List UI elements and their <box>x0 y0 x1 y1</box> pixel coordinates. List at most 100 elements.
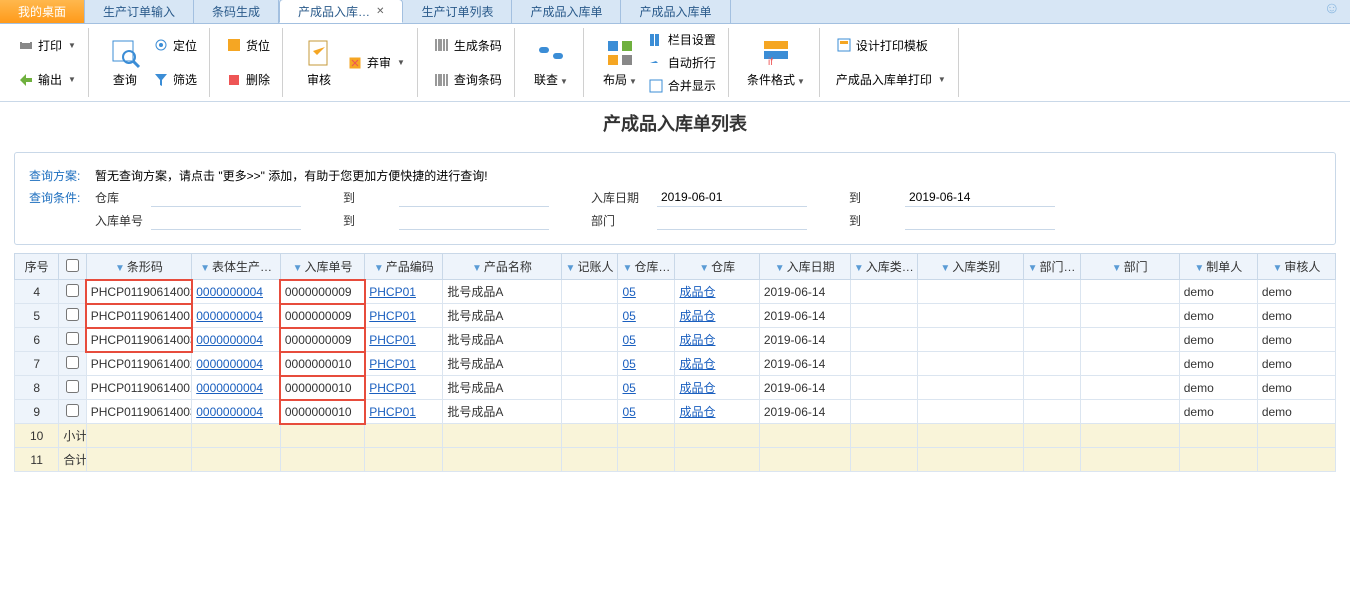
col-in-no[interactable]: ▼入库单号 <box>280 254 364 280</box>
data-grid: 序号 ▼条形码 ▼表体生产… ▼入库单号 ▼产品编码 ▼产品名称 ▼记账人 ▼仓… <box>14 253 1336 472</box>
tab-bar: 我的桌面 生产订单输入 条码生成 产成品入库…✕ 生产订单列表 产成品入库单 产… <box>0 0 1350 24</box>
date-to-input[interactable] <box>905 188 1055 207</box>
wh-code-link: 05 <box>622 333 635 347</box>
prod-code-link: PHCP01 <box>369 309 416 323</box>
abandon-audit-button[interactable]: 弃审▼ <box>343 51 409 74</box>
col-warehouse[interactable]: ▼仓库 <box>675 254 759 280</box>
check-all[interactable] <box>66 259 79 272</box>
wh-link: 成品仓 <box>679 381 715 395</box>
close-icon[interactable]: ✕ <box>376 6 384 17</box>
body-link: 0000000004 <box>196 309 263 323</box>
row-check[interactable] <box>66 308 79 321</box>
row-check[interactable] <box>66 284 79 297</box>
link-query-button[interactable]: 联查▼ <box>527 28 575 97</box>
col-in-type-short[interactable]: ▼入库类… <box>850 254 918 280</box>
col-check[interactable] <box>59 254 86 280</box>
wh-link: 成品仓 <box>679 405 715 419</box>
row-check[interactable] <box>66 356 79 369</box>
delete-button[interactable]: 删除 <box>222 68 274 91</box>
row-check[interactable] <box>66 380 79 393</box>
warehouse-to-input[interactable] <box>399 188 549 207</box>
inno-from-input[interactable] <box>151 211 301 230</box>
subtotal-row: 10小计 <box>15 424 1336 448</box>
col-prod-code[interactable]: ▼产品编码 <box>365 254 443 280</box>
print-menu-button[interactable]: 产成品入库单打印▼ <box>832 68 950 91</box>
dept-from-input[interactable] <box>657 211 807 230</box>
cond-format-button[interactable]: if 条件格式▼ <box>741 28 811 97</box>
col-creator[interactable]: ▼制单人 <box>1179 254 1257 280</box>
table-row[interactable]: 6PHCP0119061400300000000040000000009PHCP… <box>15 328 1336 352</box>
print-button[interactable]: 打印▼ <box>14 34 80 57</box>
wh-link: 成品仓 <box>679 333 715 347</box>
body-link: 0000000004 <box>196 333 263 347</box>
tab-home[interactable]: 我的桌面 <box>0 0 85 23</box>
query-barcode-button[interactable]: 查询条码 <box>430 68 506 91</box>
prod-code-link: PHCP01 <box>369 405 416 419</box>
gen-barcode-button[interactable]: 生成条码 <box>430 34 506 57</box>
smile-icon[interactable]: ☺ <box>1324 0 1340 23</box>
slot-button[interactable]: 货位 <box>222 34 274 57</box>
filter-icon[interactable]: ▼ <box>115 263 125 274</box>
tab-prod-order-input[interactable]: 生产订单输入 <box>85 0 194 23</box>
filter-button[interactable]: 筛选 <box>149 68 201 91</box>
tab-finished-goods-in-2[interactable]: 产成品入库单 <box>621 0 730 23</box>
col-setting-button[interactable]: 栏目设置 <box>644 28 720 51</box>
tab-finished-goods-in-1[interactable]: 产成品入库单 <box>512 0 621 23</box>
wh-code-link: 05 <box>622 309 635 323</box>
col-dept[interactable]: ▼部门 <box>1080 254 1179 280</box>
tab-prod-order-list[interactable]: 生产订单列表 <box>403 0 512 23</box>
wh-link: 成品仓 <box>679 357 715 371</box>
design-template-button[interactable]: 设计打印模板 <box>832 34 950 57</box>
wh-link: 成品仓 <box>679 285 715 299</box>
output-button[interactable]: 输出▼ <box>14 68 80 91</box>
row-check[interactable] <box>66 404 79 417</box>
col-wh-short[interactable]: ▼仓库… <box>618 254 675 280</box>
wh-code-link: 05 <box>622 285 635 299</box>
chevron-down-icon: ▼ <box>68 41 76 50</box>
table-row[interactable]: 4PHCP0119061400200000000040000000009PHCP… <box>15 280 1336 304</box>
col-dept-short[interactable]: ▼部门… <box>1023 254 1080 280</box>
merge-show-button[interactable]: 合并显示 <box>644 74 720 97</box>
query-plan-label: 查询方案: <box>29 167 89 184</box>
prod-code-link: PHCP01 <box>369 357 416 371</box>
auto-wrap-button[interactable]: 自动折行 <box>644 51 720 74</box>
table-row[interactable]: 8PHCP0119061400100000000040000000010PHCP… <box>15 376 1336 400</box>
prod-code-link: PHCP01 <box>369 333 416 347</box>
table-row[interactable]: 5PHCP0119061400100000000040000000009PHCP… <box>15 304 1336 328</box>
col-body-prod[interactable]: ▼表体生产… <box>192 254 281 280</box>
row-check[interactable] <box>66 332 79 345</box>
tab-barcode-gen[interactable]: 条码生成 <box>194 0 279 23</box>
col-prod-name[interactable]: ▼产品名称 <box>443 254 561 280</box>
tab-finished-goods-in-list[interactable]: 产成品入库…✕ <box>279 0 403 23</box>
wh-code-link: 05 <box>622 357 635 371</box>
col-poster[interactable]: ▼记账人 <box>561 254 618 280</box>
locate-button[interactable]: 定位 <box>149 34 201 57</box>
warehouse-from-input[interactable] <box>151 188 301 207</box>
body-link: 0000000004 <box>196 285 263 299</box>
col-seq[interactable]: 序号 <box>15 254 59 280</box>
col-barcode[interactable]: ▼条形码 <box>86 254 192 280</box>
body-link: 0000000004 <box>196 405 263 419</box>
prod-code-link: PHCP01 <box>369 285 416 299</box>
query-cond-label: 查询条件: <box>29 189 89 206</box>
col-in-date[interactable]: ▼入库日期 <box>759 254 850 280</box>
query-button[interactable]: 查询 <box>101 28 149 97</box>
date-from-input[interactable] <box>657 188 807 207</box>
query-panel: 查询方案: 暂无查询方案，请点击 "更多>>" 添加，有助于您更加方便快捷的进行… <box>14 152 1336 245</box>
inno-to-input[interactable] <box>399 211 549 230</box>
audit-button[interactable]: 审核 <box>295 28 343 97</box>
wh-link: 成品仓 <box>679 309 715 323</box>
prod-code-link: PHCP01 <box>369 381 416 395</box>
table-row[interactable]: 9PHCP0119061400300000000040000000010PHCP… <box>15 400 1336 424</box>
page-title: 产成品入库单列表 <box>0 102 1350 144</box>
col-auditor[interactable]: ▼审核人 <box>1257 254 1335 280</box>
col-in-type[interactable]: ▼入库类别 <box>918 254 1024 280</box>
svg-text:if: if <box>768 57 773 68</box>
header-row: 序号 ▼条形码 ▼表体生产… ▼入库单号 ▼产品编码 ▼产品名称 ▼记账人 ▼仓… <box>15 254 1336 280</box>
table-row[interactable]: 7PHCP0119061400200000000040000000010PHCP… <box>15 352 1336 376</box>
wh-code-link: 05 <box>622 405 635 419</box>
chevron-down-icon: ▼ <box>68 75 76 84</box>
total-row: 11合计 <box>15 448 1336 472</box>
dept-to-input[interactable] <box>905 211 1055 230</box>
layout-button[interactable]: 布局▼ <box>596 28 644 97</box>
